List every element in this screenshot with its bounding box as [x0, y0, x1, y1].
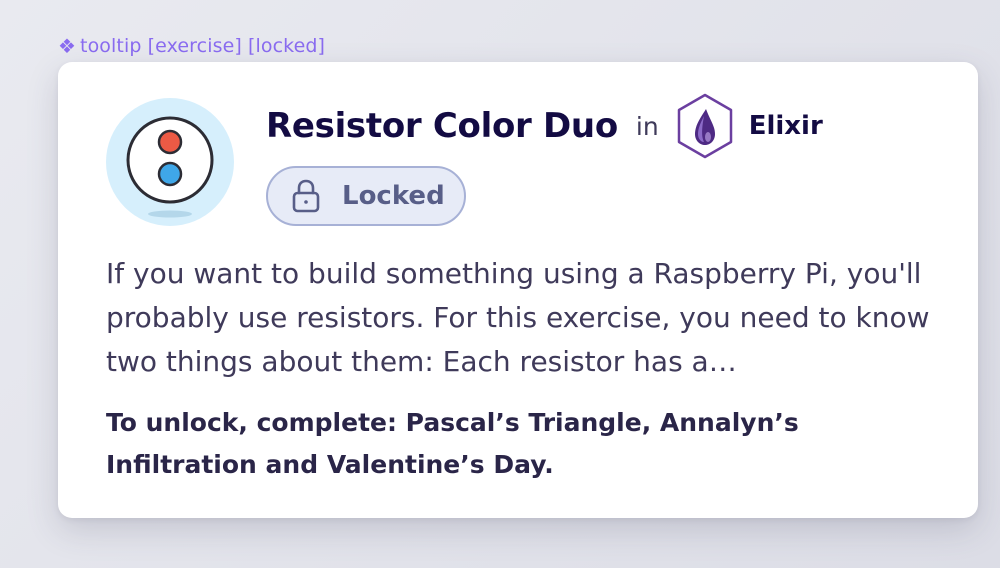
resistor-icon — [106, 98, 234, 226]
lock-icon — [290, 178, 322, 214]
exercise-tooltip: Resistor Color Duo in Elixir Locked If y… — [58, 62, 978, 518]
unlock-requirements: To unlock, complete: Pascal’s Triangle, … — [106, 408, 799, 479]
exercise-title: Resistor Color Duo — [266, 106, 618, 146]
in-label: in — [635, 111, 659, 141]
component-label-text: tooltip [exercise] [locked] — [80, 35, 326, 57]
exercise-description: If you want to build something using a R… — [106, 257, 930, 378]
title-row: Resistor Color Duo in Elixir — [266, 92, 823, 160]
track-name: Elixir — [748, 111, 823, 141]
component-diamond-icon: ❖ — [58, 34, 77, 58]
status-badge-label: Locked — [342, 181, 445, 211]
status-badge: Locked — [266, 166, 466, 226]
elixir-track-icon — [675, 92, 735, 160]
component-label: ❖ tooltip [exercise] [locked] — [58, 34, 325, 58]
